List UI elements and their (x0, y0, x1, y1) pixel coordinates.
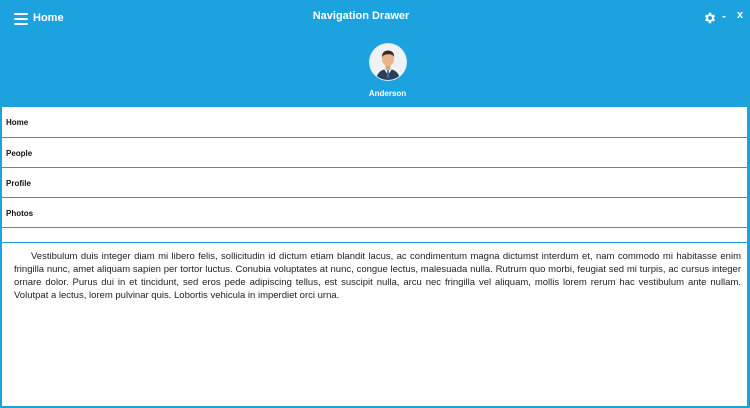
gear-icon[interactable] (703, 11, 717, 25)
user-avatar (370, 44, 406, 80)
main-panel: Home People Profile Photos Vestibulum du… (2, 107, 747, 406)
close-button[interactable]: x (737, 9, 743, 21)
minimize-button[interactable]: - (722, 9, 726, 23)
nav-item-photos[interactable]: Photos (2, 198, 747, 228)
nav-divider (2, 228, 747, 243)
nav-item-profile[interactable]: Profile (2, 168, 747, 198)
nav-item-home[interactable]: Home (2, 107, 747, 138)
person-photo-icon (370, 44, 406, 80)
user-name: Anderson (368, 89, 407, 98)
app-title: Navigation Drawer (312, 10, 410, 22)
app-header: Home Navigation Drawer - x Anderson (0, 0, 750, 107)
nav-item-people[interactable]: People (2, 138, 747, 168)
content-text: Vestibulum duis integer diam mi libero f… (14, 251, 741, 301)
